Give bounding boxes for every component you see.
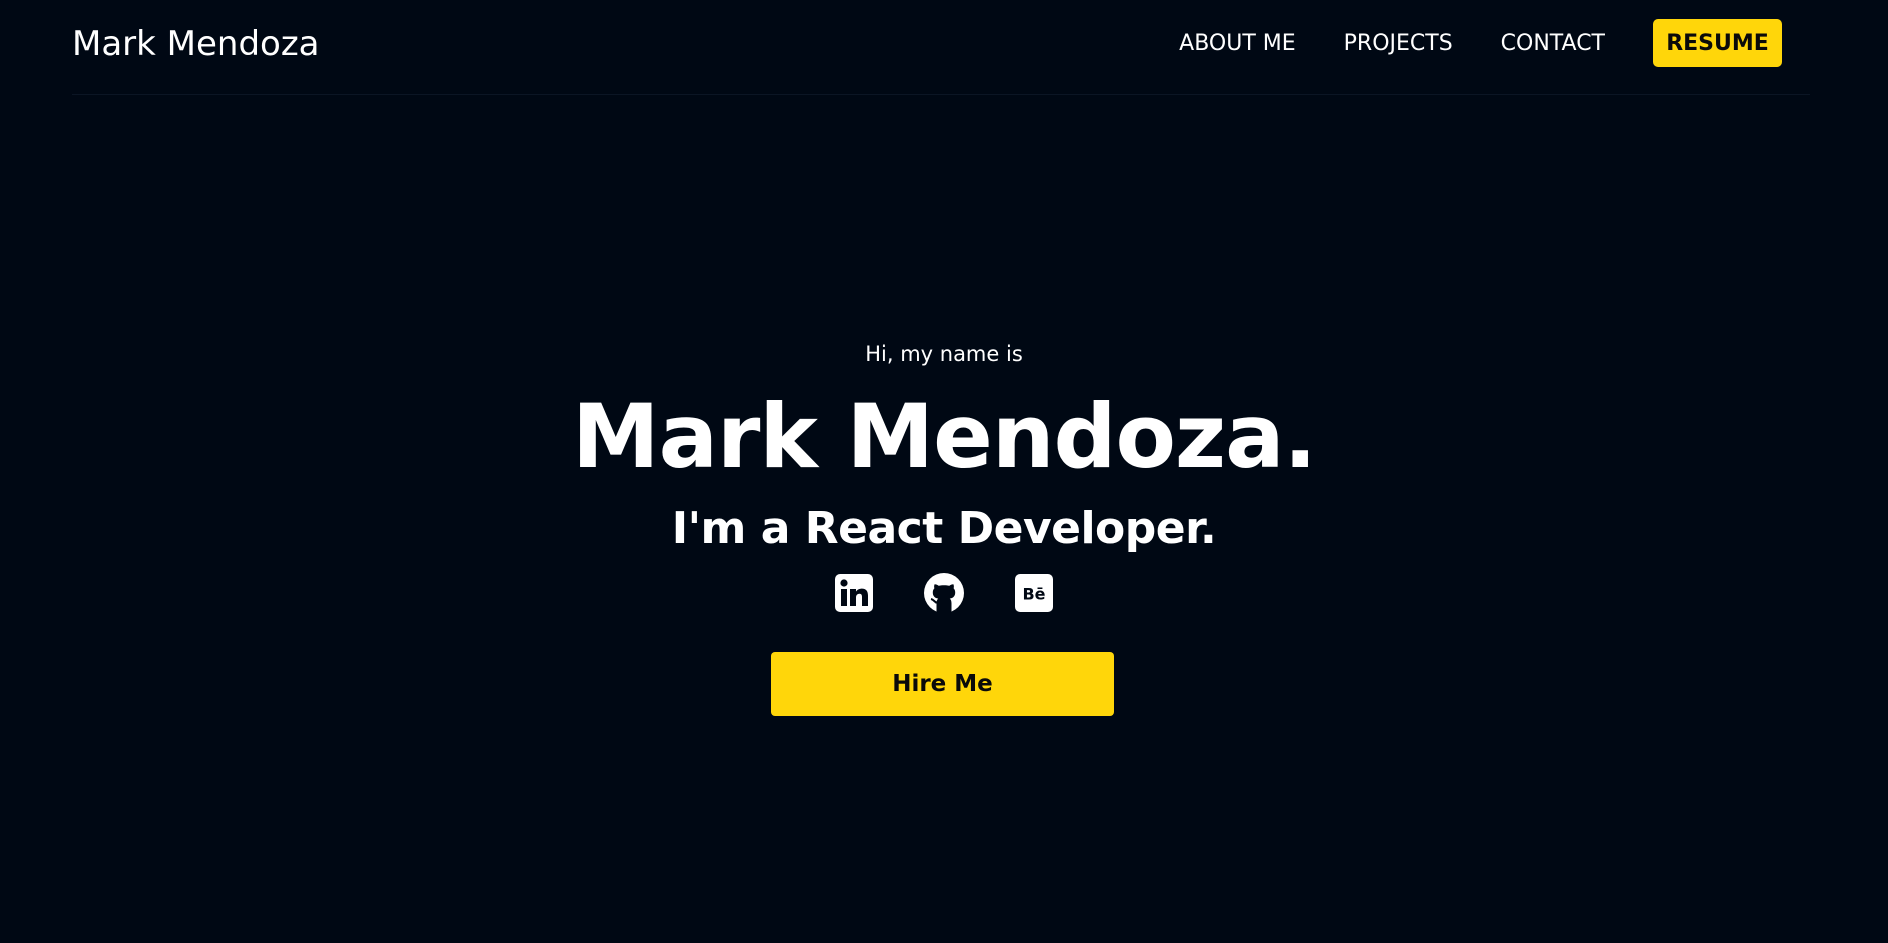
social-links: Bē [0, 573, 1888, 617]
nav-link-contact[interactable]: CONTACT [1501, 31, 1605, 56]
hire-me-button[interactable]: Hire Me [771, 652, 1114, 716]
hero-greeting: Hi, my name is [865, 342, 1023, 366]
hero-role: I'm a React Developer. [671, 503, 1217, 554]
top-navbar: Mark Mendoza ABOUT ME PROJECTS CONTACT R… [72, 0, 1810, 95]
brand-logo-text[interactable]: Mark Mendoza [72, 21, 320, 67]
main-nav: ABOUT ME PROJECTS CONTACT RESUME [1179, 19, 1782, 67]
github-link[interactable] [923, 572, 965, 618]
page: Mark Mendoza ABOUT ME PROJECTS CONTACT R… [0, 0, 1888, 943]
svg-text:Bē: Bē [1022, 585, 1045, 604]
linkedin-icon [835, 574, 873, 616]
hero-name: Mark Mendoza. [572, 385, 1317, 488]
linkedin-link[interactable] [835, 573, 873, 617]
resume-button[interactable]: RESUME [1653, 19, 1782, 67]
nav-link-about[interactable]: ABOUT ME [1179, 31, 1296, 56]
nav-link-projects[interactable]: PROJECTS [1344, 31, 1453, 56]
behance-icon: Bē [1015, 574, 1053, 616]
github-icon [923, 572, 965, 618]
behance-link[interactable]: Bē [1015, 573, 1053, 617]
